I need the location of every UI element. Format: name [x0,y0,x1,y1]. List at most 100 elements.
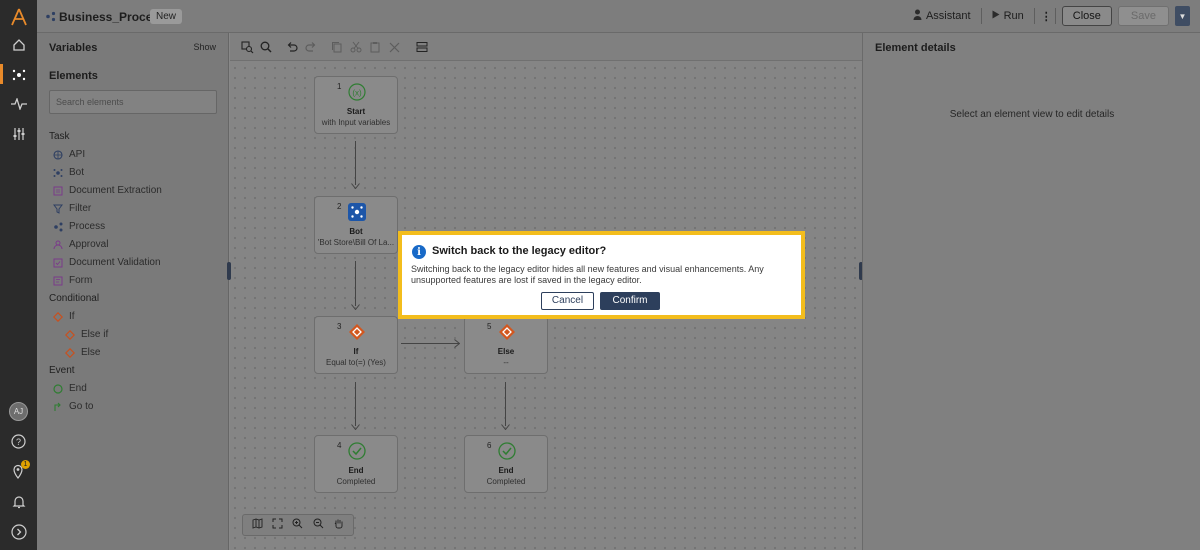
bell-icon[interactable] [8,491,29,512]
node-subtitle: Completed [486,477,526,486]
close-button[interactable]: Close [1061,6,1112,26]
flow-node-bot[interactable]: 2 Bot 'Bot Store\Bill Of La... [314,196,398,254]
run-button[interactable]: Run [988,10,1028,22]
left-panel-resize-handle[interactable] [227,262,231,280]
details-heading: Element details [875,42,956,54]
document-validation-icon [53,258,63,268]
help-icon[interactable]: ? [8,431,29,452]
node-number: 6 [487,441,492,450]
flow-node-if[interactable]: 3 If Equal to(=) (Yes) [314,316,398,374]
element-go-to[interactable]: Go to [53,401,93,412]
connector-line [355,141,356,185]
arrow-head-icon [351,301,360,313]
connector-line [355,382,356,426]
details-empty-hint: Select an element view to edit details [949,109,1115,120]
expand-rail-icon[interactable] [8,521,29,542]
element-details-panel: Element details Select an element view t… [862,33,1200,550]
flow-node-end-1[interactable]: 4 End Completed [314,435,398,493]
fit-screen-icon[interactable] [272,518,283,532]
layout-icon[interactable] [415,40,429,54]
settings-sliders-icon[interactable] [8,123,29,144]
app-window: AJ ? 1 Business_Process New Assistant Ru… [0,0,1200,550]
home-icon[interactable] [8,34,29,55]
app-logo-icon[interactable] [8,6,29,27]
element-else-if[interactable]: Else if [65,329,108,340]
arrow-head-icon [351,421,360,433]
element-else[interactable]: Else [65,347,100,358]
active-indicator [0,64,3,84]
pan-hand-icon[interactable] [333,518,344,532]
copy-icon[interactable] [330,40,344,54]
canvas-toolbar [230,33,862,61]
toolbar-divider [1054,8,1056,24]
more-options-icon[interactable]: ⋮ [1041,10,1052,23]
zoom-in-icon[interactable] [292,518,303,532]
node-subtitle: Completed [336,477,376,486]
element-if[interactable]: If [53,311,75,322]
document-extraction-icon [53,186,63,196]
node-number: 1 [337,82,342,91]
element-label: End [69,383,87,394]
search-input[interactable]: Search elements [49,90,217,114]
status-badge: New [150,9,183,24]
flow-node-start[interactable]: 1 (x) Start with Input variables [314,76,398,134]
assistant-label: Assistant [925,10,971,22]
element-label: Bot [69,167,85,178]
element-label: Document Extraction [69,185,162,196]
approval-icon [53,240,63,250]
avatar[interactable]: AJ [9,402,28,421]
node-subtitle: Equal to(=) (Yes) [326,358,386,367]
assistant-button[interactable]: Assistant [909,9,975,23]
node-title: If [353,347,359,356]
svg-text:(x): (x) [352,89,362,98]
element-approval[interactable]: Approval [53,239,108,250]
process-icon[interactable] [8,64,29,85]
flow-node-end-2[interactable]: 6 End Completed [464,435,548,493]
element-api[interactable]: API [53,149,85,160]
element-label: Else if [81,329,109,340]
save-dropdown-chevron-icon[interactable]: ▼ [1175,6,1190,26]
redo-icon[interactable] [304,40,318,54]
save-button[interactable]: Save [1117,6,1169,26]
toolbar-divider [1033,8,1035,24]
node-title: End [498,466,514,475]
element-document-extraction[interactable]: Document Extraction [53,185,162,196]
node-title: Start [346,107,366,116]
canvas-view-tools [242,514,354,536]
flow-node-else[interactable]: 5 Else -- [464,316,548,374]
delete-x-icon[interactable] [387,40,401,54]
element-process[interactable]: Process [53,221,105,232]
else-diamond-icon [65,347,75,358]
element-bot[interactable]: Bot [53,167,84,178]
section-event: Event [49,365,75,376]
if-diamond-icon [53,311,63,322]
paste-icon[interactable] [368,40,382,54]
zoom-out-icon[interactable] [313,518,324,532]
node-number: 4 [337,441,342,450]
element-document-validation[interactable]: Document Validation [53,257,161,268]
dialog-title: Switch back to the legacy editor? [432,245,607,257]
show-variables-link[interactable]: Show [193,42,216,52]
element-end[interactable]: End [53,383,87,394]
node-title: Bot [349,227,363,236]
node-number: 5 [487,322,492,331]
cut-icon[interactable] [349,40,363,54]
find-in-canvas-icon[interactable] [240,40,254,54]
cancel-button[interactable]: Cancel [541,292,594,310]
confirm-button[interactable]: Confirm [600,292,660,310]
node-subtitle: 'Bot Store\Bill Of La... [317,238,395,247]
connector-line [401,343,459,344]
element-form[interactable]: Form [53,275,92,286]
legacy-editor-dialog: i Switch back to the legacy editor? Swit… [398,231,805,319]
map-icon[interactable] [252,518,263,532]
search-icon[interactable] [259,40,273,54]
node-subtitle: with Input variables [321,118,391,127]
activity-icon[interactable] [8,93,29,114]
node-number: 2 [337,202,342,211]
element-label: Form [69,275,93,286]
elements-heading: Elements [49,70,98,82]
undo-icon[interactable] [285,40,299,54]
process-icon [53,222,63,232]
element-filter[interactable]: Filter [53,203,91,214]
element-label: Else [81,347,101,358]
